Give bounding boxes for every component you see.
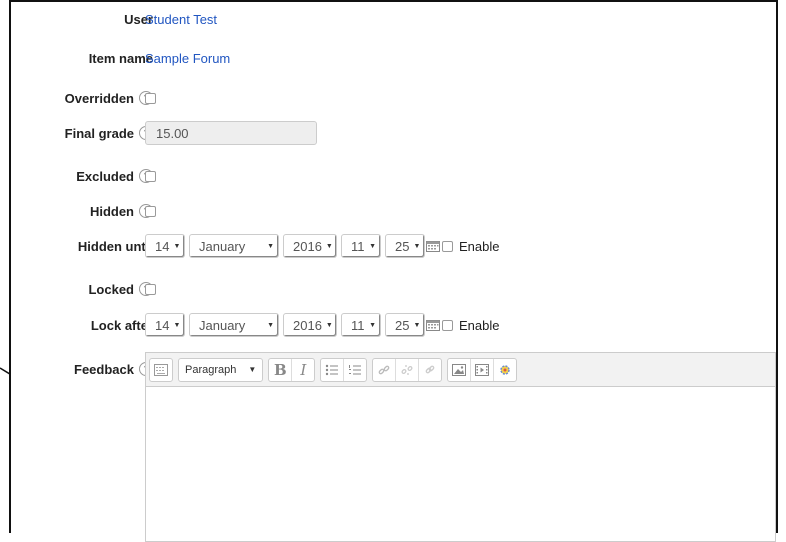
user-link[interactable]: Student Test	[145, 12, 217, 27]
calendar-icon[interactable]	[426, 240, 440, 252]
hidden-until-month-select[interactable]: January ▼	[189, 234, 279, 258]
excluded-row: Excluded?	[11, 163, 776, 189]
final-grade-row: Final grade? 15.00	[11, 120, 776, 146]
hidden-row: Hidden?	[11, 198, 776, 224]
hidden-until-row: Hidden until 14 ▼ January ▼ 2016 ▼ 11 ▼ 25 ▼ …	[11, 233, 776, 259]
hidden-until-year-select[interactable]: 2016 ▼	[283, 234, 337, 258]
hidden-until-label: Hidden until	[77, 238, 153, 254]
lock-after-enable-checkbox[interactable]	[442, 319, 453, 331]
locked-checkbox[interactable]	[145, 283, 156, 295]
image-icon[interactable]	[448, 359, 470, 381]
paragraph-format-select[interactable]: Paragraph ▼	[178, 357, 264, 382]
overridden-row: Overridden?	[11, 85, 776, 111]
hidden-until-day-select[interactable]: 14 ▼	[145, 234, 185, 258]
media-icon[interactable]	[470, 358, 493, 381]
bold-button[interactable]: B	[269, 359, 291, 381]
toolbar-toggle-icon[interactable]	[150, 359, 172, 381]
lock-after-year-select[interactable]: 2016 ▼	[283, 313, 337, 337]
hidden-until-minute-select[interactable]: 25 ▼	[385, 234, 425, 258]
locked-row: Locked?	[11, 276, 776, 302]
lock-after-month-select[interactable]: January ▼	[189, 313, 279, 337]
lock-after-hour-select[interactable]: 11 ▼	[341, 313, 381, 337]
feedback-editor: Paragraph ▼ B I	[145, 352, 776, 542]
overridden-label: Overridden	[64, 90, 134, 106]
italic-button[interactable]: I	[291, 358, 314, 381]
calendar-icon[interactable]	[426, 319, 440, 331]
item-name-link[interactable]: Sample Forum	[145, 51, 230, 66]
overridden-checkbox[interactable]	[145, 92, 156, 104]
feedback-label: Feedback	[74, 361, 134, 377]
lock-after-minute-select[interactable]: 25 ▼	[385, 313, 425, 337]
excluded-checkbox[interactable]	[145, 170, 156, 182]
lock-after-row: Lock after 14 ▼ January ▼ 2016 ▼ 11 ▼ 25 ▼ En…	[11, 312, 776, 338]
special-icon[interactable]	[493, 358, 516, 381]
hidden-label: Hidden	[89, 203, 134, 219]
lock-after-enable-label: Enable	[459, 317, 500, 333]
hidden-until-enable-checkbox[interactable]	[442, 240, 453, 252]
lock-after-day-select[interactable]: 14 ▼	[145, 313, 185, 337]
hidden-until-hour-select[interactable]: 11 ▼	[341, 234, 381, 258]
hidden-checkbox[interactable]	[145, 205, 156, 217]
hidden-until-enable-label: Enable	[459, 238, 500, 254]
user-row: User Student Test	[11, 6, 776, 32]
anchor-icon[interactable]	[418, 358, 441, 381]
link-icon[interactable]	[373, 359, 395, 381]
grade-edit-form: User Student Test Item name Sample Forum…	[9, 0, 778, 542]
item-name-row: Item name Sample Forum	[11, 45, 776, 71]
locked-label: Locked	[88, 281, 134, 297]
excluded-label: Excluded	[76, 168, 134, 184]
bullet-list-icon[interactable]	[321, 359, 343, 381]
feedback-textarea[interactable]	[146, 387, 775, 541]
numbered-list-icon[interactable]	[343, 358, 366, 381]
final-grade-input[interactable]: 15.00	[145, 121, 317, 145]
lock-after-label: Lock after	[90, 317, 153, 333]
unlink-icon[interactable]	[395, 358, 418, 381]
item-name-label: Item name	[88, 50, 153, 66]
final-grade-label: Final grade	[64, 125, 134, 141]
editor-toolbar: Paragraph ▼ B I	[146, 353, 775, 387]
